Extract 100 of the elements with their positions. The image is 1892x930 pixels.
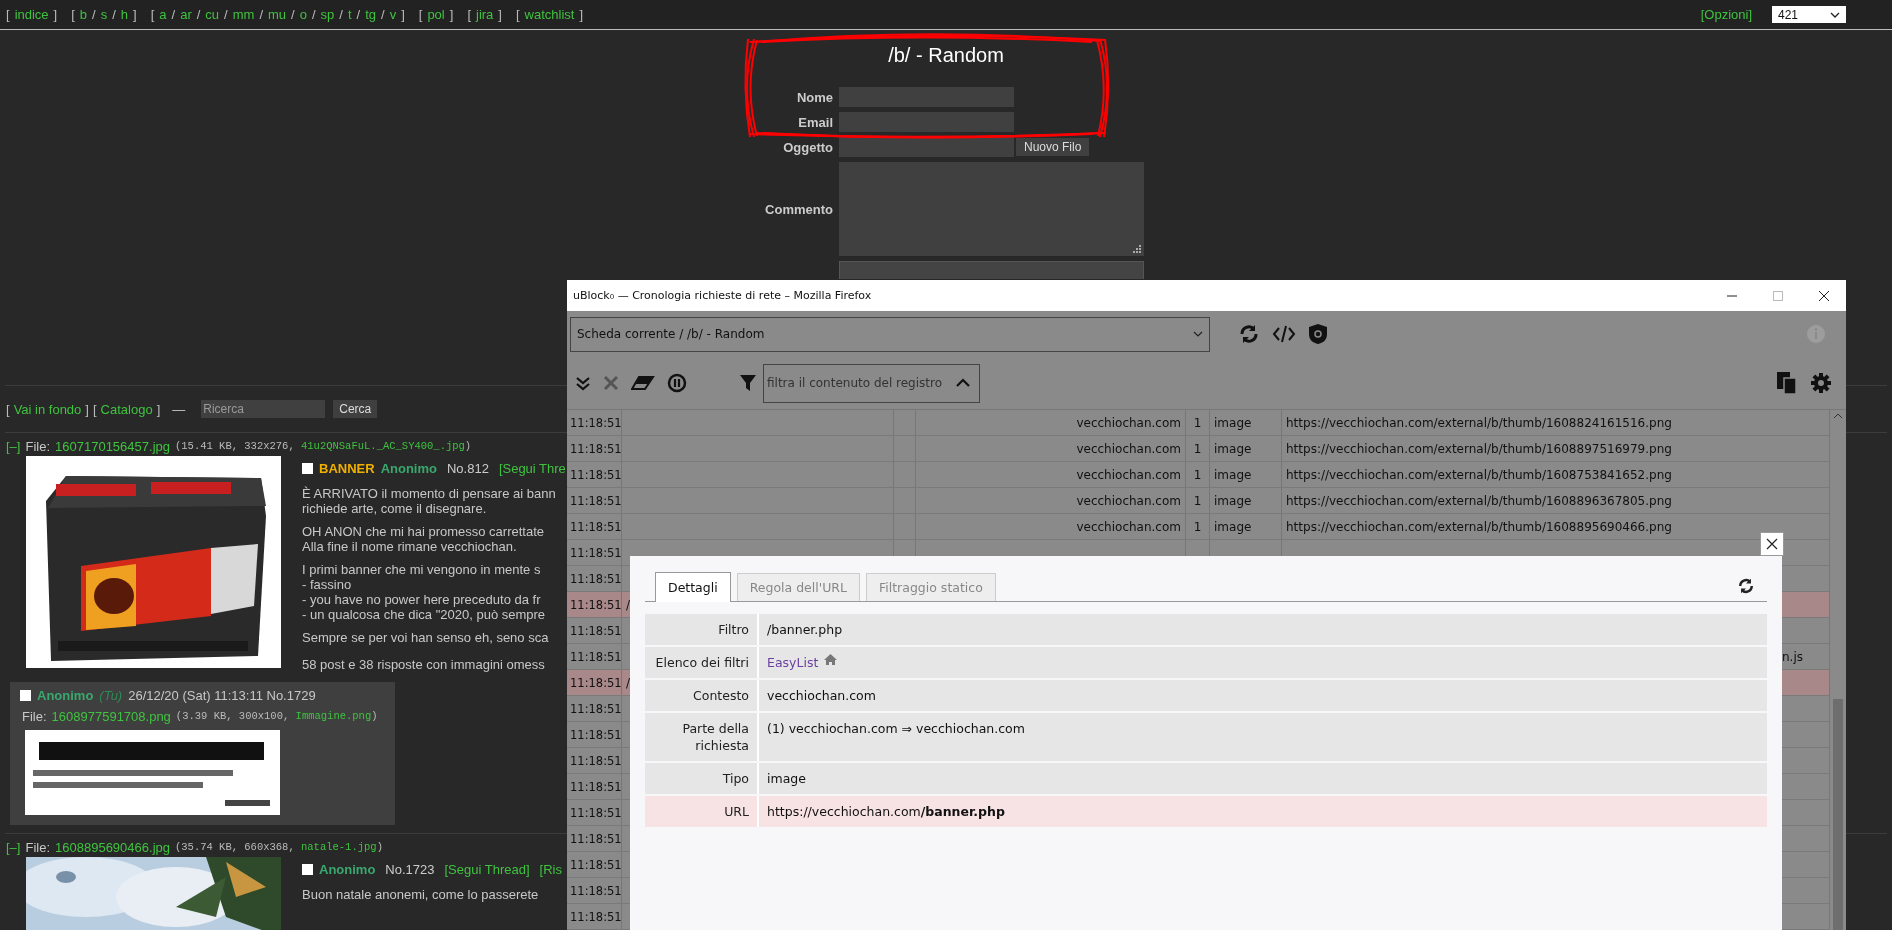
- original-name-link[interactable]: 41u2QNSaFuL._AC_SY400_.jpg: [301, 440, 465, 452]
- shield-icon[interactable]: [1308, 323, 1328, 345]
- home-icon[interactable]: [824, 654, 838, 665]
- tab[interactable]: Dettagli: [655, 572, 731, 602]
- original-name-link[interactable]: natale-1.jpg: [301, 841, 377, 853]
- post-text: Sempre se per voi han senso eh, seno sca: [302, 630, 550, 645]
- thread-nav-link[interactable]: Vai in fondo: [13, 401, 82, 417]
- post-checkbox[interactable]: [302, 462, 313, 474]
- post-text: - you have no power here preceduto da fr: [302, 592, 542, 607]
- file-link[interactable]: 1608895690466.jpg: [55, 839, 170, 855]
- nav-link[interactable]: v: [389, 7, 397, 22]
- input-field[interactable]: [839, 137, 1014, 157]
- nav-separator: /: [356, 7, 361, 22]
- file-link[interactable]: 1608977591708.png: [51, 708, 171, 724]
- thread-link[interactable]: [Segui Thre: [498, 460, 566, 476]
- filter-list-link[interactable]: EasyList: [767, 654, 819, 671]
- table-cell: 1: [1186, 410, 1210, 435]
- table-cell: 11:18:51: [567, 670, 622, 695]
- detail-value: image: [767, 770, 806, 787]
- thread-nav-link[interactable]: Catalogo: [100, 401, 153, 417]
- eraser-icon[interactable]: [631, 375, 655, 391]
- post-checkbox[interactable]: [302, 863, 313, 875]
- nav-bracket: [: [6, 7, 10, 22]
- chevron-up-icon[interactable]: [955, 378, 971, 388]
- thread-link[interactable]: [Segui Thread]: [444, 861, 530, 877]
- scroll-up-icon[interactable]: [1833, 413, 1843, 419]
- nav-link[interactable]: pol: [427, 7, 445, 22]
- nav-separator: /: [311, 7, 316, 22]
- nav-link[interactable]: mm: [232, 7, 255, 22]
- scrollbar-thumb[interactable]: [1833, 699, 1843, 930]
- table-cell: 11:18:51: [567, 618, 622, 643]
- window-title: uBlock₀ — Cronologia richieste di rete – Mozilla Firefox: [573, 289, 872, 302]
- scope-select[interactable]: Scheda corrente / /b/ - Random: [570, 316, 1210, 352]
- resize-grip-icon[interactable]: [1133, 245, 1141, 253]
- new-thread-button[interactable]: Nuovo Filo: [1016, 138, 1090, 156]
- nav-link[interactable]: tg: [365, 7, 376, 22]
- nav-link[interactable]: watchlist: [524, 7, 575, 22]
- thread-link[interactable]: [Ris: [539, 861, 562, 877]
- code-icon[interactable]: [1272, 324, 1296, 344]
- search-field[interactable]: Ricerca: [201, 400, 326, 418]
- collapse-link[interactable]: [–]: [6, 438, 21, 454]
- caret-icon: [1830, 11, 1840, 18]
- nav-link[interactable]: t: [347, 7, 352, 22]
- file-link[interactable]: 1607170156457.jpg: [55, 438, 170, 454]
- nav-link[interactable]: cu: [205, 7, 220, 22]
- nav-link[interactable]: b: [79, 7, 88, 22]
- nav-link[interactable]: h: [120, 7, 129, 22]
- post-number[interactable]: No.1723: [385, 861, 435, 877]
- original-name-link[interactable]: Immagine.png: [295, 710, 372, 722]
- table-cell: 11:18:51: [567, 410, 622, 435]
- nav-bracket: [: [6, 401, 10, 417]
- subject: BANNER: [319, 460, 375, 476]
- detail-label: Parte della richiesta: [645, 713, 759, 761]
- nav-link[interactable]: s: [100, 7, 108, 22]
- nav-link[interactable]: jira: [476, 7, 494, 22]
- post-checkbox[interactable]: [20, 690, 31, 701]
- post-number[interactable]: No.812: [446, 460, 489, 476]
- detail-label: Tipo: [645, 763, 759, 794]
- post-text: - fassino: [302, 577, 353, 592]
- log-row[interactable]: 11:18:51 vecchiochan.com 1 image https://vecchiochan.com/external/b/thumb/1608896367805.png: [567, 488, 1830, 514]
- file-label: File:: [25, 438, 51, 454]
- log-row[interactable]: 11:18:51 vecchiochan.com 1 image https://vecchiochan.com/external/b/thumb/1608824161516.png: [567, 410, 1830, 436]
- filter-field[interactable]: filtra il contenuto del registro: [763, 363, 980, 403]
- table-cell: 11:18:51: [567, 904, 622, 929]
- table-cell: vecchiochan.com: [916, 462, 1186, 487]
- input-field[interactable]: [839, 112, 1014, 132]
- nav-link[interactable]: o: [299, 7, 307, 22]
- nav-bracket: ]: [133, 7, 137, 22]
- table-cell: vecchiochan.com: [916, 410, 1186, 435]
- input-field[interactable]: [839, 87, 1014, 107]
- collapse-link[interactable]: [–]: [6, 839, 21, 855]
- field-label: Nome: [796, 89, 833, 105]
- nav-link[interactable]: ar: [180, 7, 192, 22]
- search-button[interactable]: Cerca: [333, 400, 378, 418]
- nav-link[interactable]: a: [159, 7, 167, 22]
- omitted-note: 58 post e 38 risposte con immagini omess: [302, 657, 546, 672]
- nav-separator: /: [259, 7, 263, 22]
- clipboard-icon[interactable]: [1776, 371, 1798, 395]
- nav-link[interactable]: indice: [14, 7, 49, 22]
- table-cell: 1: [1186, 488, 1210, 513]
- nav-bracket: ]: [156, 401, 161, 417]
- reload-icon[interactable]: [1737, 577, 1755, 595]
- options-link[interactable]: [Opzioni]: [1700, 7, 1752, 22]
- close-icon[interactable]: [1818, 289, 1830, 302]
- table-cell: vecchiochan.com: [916, 514, 1186, 539]
- table-cell: image: [1210, 436, 1282, 461]
- nav-link[interactable]: sp: [320, 7, 335, 22]
- funnel-icon[interactable]: [739, 374, 757, 392]
- log-row[interactable]: 11:18:51 vecchiochan.com 1 image https://vecchiochan.com/external/b/thumb/1608897516979.png: [567, 436, 1830, 462]
- poster-name: Anonimo: [319, 861, 376, 877]
- double-chevron-icon[interactable]: [575, 375, 591, 391]
- board-select[interactable]: 421: [1772, 6, 1846, 23]
- close-button[interactable]: [1760, 532, 1784, 556]
- table-cell: image: [1210, 462, 1282, 487]
- pause-icon[interactable]: [667, 373, 687, 393]
- comment-field[interactable]: [839, 162, 1144, 256]
- table-cell: 11:18:51: [567, 566, 622, 591]
- nav-bracket: ]: [449, 7, 454, 22]
- nav-link[interactable]: mu: [268, 7, 287, 22]
- log-row[interactable]: 11:18:51 vecchiochan.com 1 image https://vecchiochan.com/external/b/thumb/1608753841652.png: [567, 462, 1830, 488]
